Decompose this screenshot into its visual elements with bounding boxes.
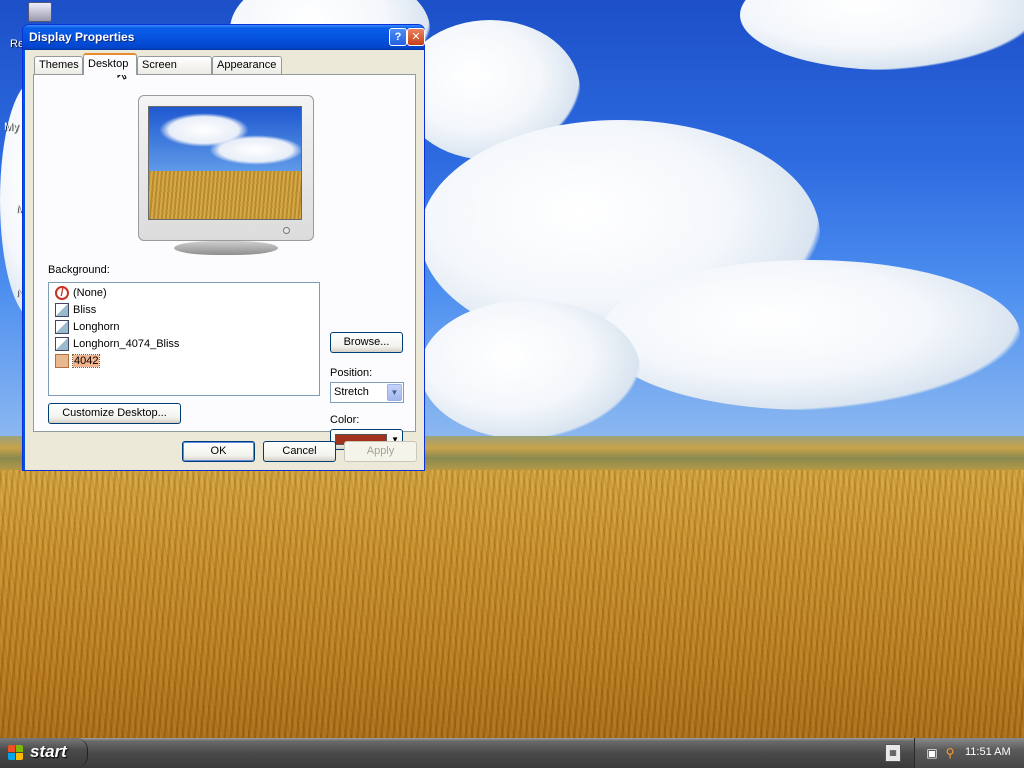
taskbar: start ▦ ▣ ⚲ 11:51 AM	[0, 738, 1024, 768]
preview-cloud	[209, 135, 301, 165]
apply-button[interactable]: Apply	[344, 441, 417, 462]
start-button[interactable]: start	[0, 738, 88, 768]
monitor-preview	[138, 95, 314, 241]
cloud	[600, 260, 1020, 410]
preview-screen	[148, 106, 302, 220]
start-label: start	[30, 742, 67, 761]
window-body: Themes Desktop Screen Saver Appearance B…	[25, 50, 424, 470]
list-item[interactable]: Longhorn_4074_Bliss	[55, 336, 179, 352]
ok-button[interactable]: OK	[182, 441, 255, 462]
keyboard-icon[interactable]: ▦	[885, 744, 901, 762]
list-item[interactable]: 4042	[55, 353, 101, 369]
image-file-icon	[55, 303, 69, 317]
list-item[interactable]: / (None)	[55, 285, 107, 301]
color-label: Color:	[330, 414, 360, 426]
search-icon[interactable]: ⚲	[943, 746, 957, 760]
background-label: Background:	[48, 264, 110, 276]
system-tray: ▣ ⚲ 11:51 AM	[914, 738, 1024, 768]
image-file-icon	[55, 337, 69, 351]
monitor-stand	[174, 241, 278, 255]
image-file-icon	[55, 320, 69, 334]
title-bar[interactable]: Display Properties ? ✕	[23, 25, 425, 50]
image-file-icon	[55, 354, 69, 368]
tab-screen-saver[interactable]: Screen Saver	[137, 56, 212, 87]
cloud	[420, 300, 640, 440]
window-title: Display Properties	[29, 30, 135, 44]
help-button[interactable]: ?	[389, 28, 407, 46]
desktop-icon-label[interactable]: My	[4, 121, 19, 133]
recycle-bin-icon[interactable]	[28, 2, 52, 22]
browse-button[interactable]: Browse...	[330, 332, 403, 353]
background-listbox[interactable]: / (None) Bliss Longhorn Longhorn_4074_Bl…	[48, 282, 320, 396]
position-value: Stretch	[334, 386, 369, 398]
desktop-tab-panel: Background: / (None) Bliss Longhorn Long…	[33, 74, 416, 450]
tab-themes[interactable]: Themes	[34, 56, 83, 74]
none-icon: /	[55, 286, 69, 300]
position-select[interactable]: Stretch ▼	[330, 382, 404, 403]
close-button[interactable]: ✕	[407, 28, 425, 46]
windows-logo-icon	[8, 745, 24, 761]
tab-desktop[interactable]: Desktop	[83, 53, 137, 75]
chevron-down-icon[interactable]: ▼	[387, 384, 402, 401]
wallpaper-wheat-field	[0, 470, 1024, 738]
customize-desktop-button[interactable]: Customize Desktop...	[48, 403, 181, 424]
list-item[interactable]: Bliss	[55, 302, 96, 318]
preview-field	[149, 171, 301, 219]
tab-appearance[interactable]: Appearance	[212, 56, 282, 74]
clock[interactable]: 11:51 AM	[965, 746, 1011, 758]
network-icon[interactable]: ▣	[925, 746, 939, 760]
power-led-icon	[283, 227, 290, 234]
position-label: Position:	[330, 367, 373, 379]
cancel-button[interactable]: Cancel	[263, 441, 336, 462]
list-item[interactable]: Longhorn	[55, 319, 120, 335]
display-properties-window: Display Properties ? ✕ Themes Desktop Sc…	[22, 24, 425, 471]
